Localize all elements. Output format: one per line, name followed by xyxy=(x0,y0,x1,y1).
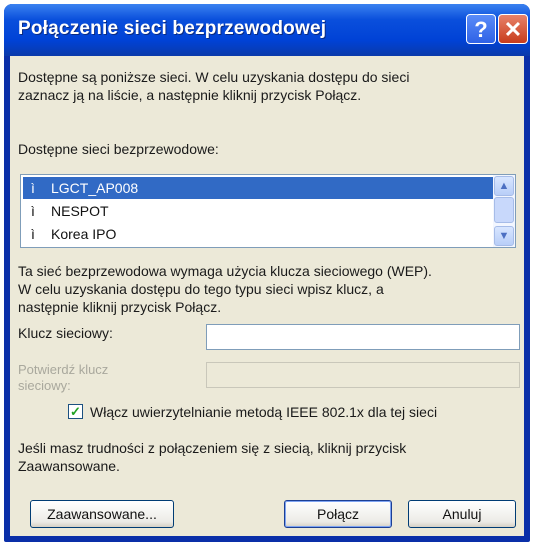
dialog-body: Dostępne są poniższe sieci. W celu uzysk… xyxy=(10,56,524,536)
advanced-button[interactable]: Zaawansowane... xyxy=(30,500,174,528)
ieee-checkbox[interactable]: ✓ xyxy=(68,404,83,419)
antenna-icon: ì xyxy=(31,180,35,196)
network-name: Korea IPO xyxy=(51,226,117,242)
antenna-icon: ì xyxy=(31,203,35,219)
networks-label: Dostępne sieci bezprzewodowe: xyxy=(18,141,219,157)
intro-line-1: Dostępne są poniższe sieci. W celu uzysk… xyxy=(18,69,410,85)
scroll-thumb[interactable] xyxy=(494,197,514,223)
confirm-key-label-1: Potwierdź klucz xyxy=(18,362,109,377)
confirm-key-input[interactable] xyxy=(206,362,520,388)
wep-info-line-3: następnie kliknij przycisk Połącz. xyxy=(18,299,222,315)
help-button[interactable]: ? xyxy=(466,14,496,44)
network-item[interactable]: ì LGCT_AP008 xyxy=(23,177,493,199)
network-name: LGCT_AP008 xyxy=(51,180,139,196)
network-key-label: Klucz sieciowy: xyxy=(18,325,113,341)
ieee-checkbox-label[interactable]: Włącz uwierzytelnianie metodą IEEE 802.1… xyxy=(90,403,437,421)
list-scrollbar[interactable]: ▲ ▼ xyxy=(493,175,515,247)
confirm-key-label-2: sieciowy: xyxy=(18,378,71,393)
network-item[interactable]: ì NESPOT xyxy=(23,200,493,222)
wep-info-line-2: W celu uzyskania dostępu do tego typu si… xyxy=(18,281,384,297)
help-text-line-2: Zaawansowane. xyxy=(18,458,120,474)
intro-line-2: zaznacz ją na liście, a następnie klikni… xyxy=(18,87,362,103)
network-list[interactable]: ì LGCT_AP008 ì NESPOT ì Korea IPO ▲ ▼ xyxy=(20,174,516,248)
cancel-button[interactable]: Anuluj xyxy=(408,500,516,528)
help-text-line-1: Jeśli masz trudności z połączeniem się z… xyxy=(18,440,407,456)
network-key-input[interactable] xyxy=(206,324,520,350)
scroll-up-icon[interactable]: ▲ xyxy=(494,176,514,196)
close-button[interactable]: ✕ xyxy=(498,14,528,44)
dialog-window: Połączenie sieci bezprzewodowej ? ✕ Dost… xyxy=(4,4,530,542)
scroll-down-icon[interactable]: ▼ xyxy=(494,226,514,246)
title-bar[interactable]: Połączenie sieci bezprzewodowej ? ✕ xyxy=(4,4,530,56)
connect-button[interactable]: Połącz xyxy=(284,500,392,528)
antenna-icon: ì xyxy=(31,226,35,242)
wep-info-line-1: Ta sieć bezprzewodowa wymaga użycia kluc… xyxy=(18,263,432,279)
network-item[interactable]: ì Korea IPO xyxy=(23,223,493,245)
window-title: Połączenie sieci bezprzewodowej xyxy=(18,18,327,39)
network-name: NESPOT xyxy=(51,203,109,219)
